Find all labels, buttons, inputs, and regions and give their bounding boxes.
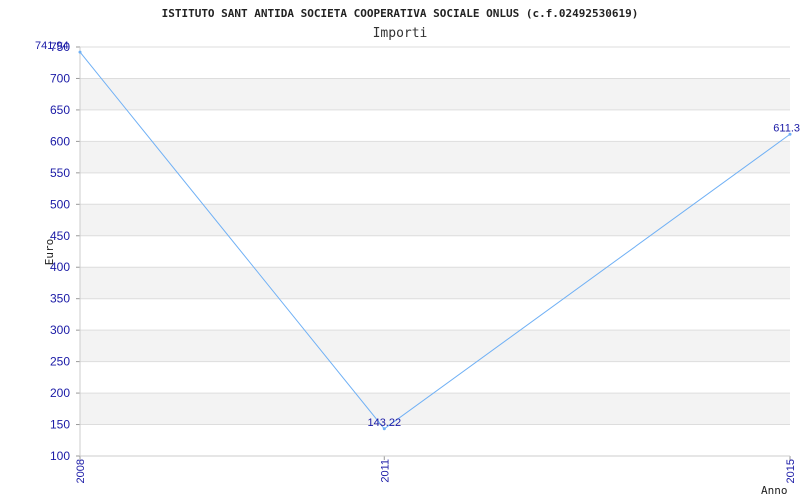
grid-band [80,204,790,236]
data-point [78,50,82,54]
grid-band [80,78,790,110]
x-tick-label: 2008 [75,459,87,483]
data-label: 611.3 [773,122,800,134]
line-chart: ISTITUTO SANT ANTIDA SOCIETA COOPERATIVA… [35,7,800,497]
x-axis-label: Anno [761,484,788,497]
grid-bands [80,78,790,425]
data-label: 741.94 [35,40,69,52]
grid-band [80,393,790,425]
chart-subtitle: Importi [373,26,428,41]
y-tick-label: 500 [50,197,70,211]
grid-band [80,141,790,173]
y-tick-label: 700 [50,71,70,85]
y-axis-label: Euro [43,239,56,266]
y-tick-label: 250 [50,355,70,369]
grid-band [80,330,790,362]
y-tick-label: 300 [50,323,70,337]
y-tick-label: 600 [50,134,70,148]
x-tick-label: 2015 [785,459,797,483]
y-tick-label: 200 [50,386,70,400]
x-axis-ticks: 2008 2011 2015 [75,456,797,483]
y-tick-label: 650 [50,103,70,117]
y-tick-label: 350 [50,292,70,306]
y-tick-label: 150 [50,418,70,432]
y-tick-label: 100 [50,449,70,463]
data-label: 143.22 [367,417,401,429]
x-tick-label: 2011 [379,459,391,483]
chart-title: ISTITUTO SANT ANTIDA SOCIETA COOPERATIVA… [162,7,639,20]
grid-band [80,267,790,299]
y-tick-label: 550 [50,166,70,180]
